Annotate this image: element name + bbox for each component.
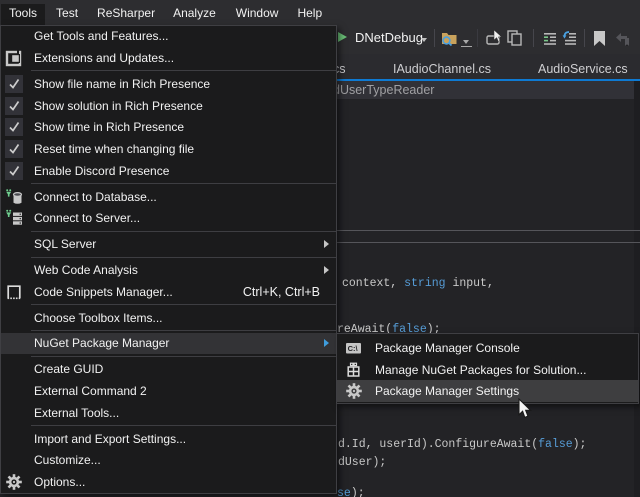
svg-text:C:\: C:\ [348,344,359,353]
